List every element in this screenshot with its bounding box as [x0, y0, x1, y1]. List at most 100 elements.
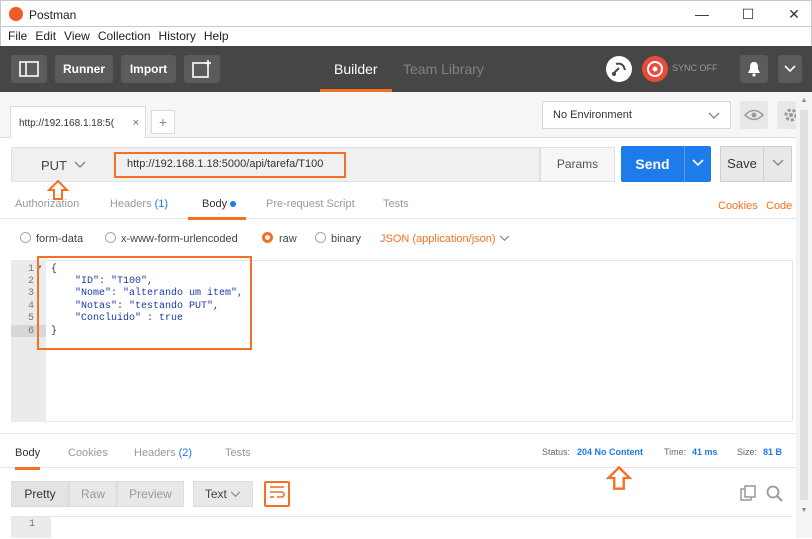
line-number: 6: [28, 326, 35, 337]
close-window-button[interactable]: ✕: [771, 1, 812, 27]
tab-builder[interactable]: Builder: [320, 46, 392, 92]
environment-select[interactable]: No Environment: [542, 101, 731, 129]
bell-icon: [748, 62, 760, 77]
new-window-button[interactable]: [184, 55, 220, 83]
menu-edit[interactable]: Edit: [31, 27, 60, 43]
menu-help[interactable]: Help: [200, 27, 233, 43]
method-select[interactable]: PUT: [41, 158, 67, 173]
response-tab-tests[interactable]: Tests: [225, 447, 251, 459]
new-tab-icon: [192, 60, 211, 78]
cookies-link[interactable]: Cookies: [718, 200, 758, 212]
chevron-down-icon: [784, 65, 796, 73]
request-tab[interactable]: http://192.168.1.18:5( ×: [10, 106, 146, 138]
menu-view[interactable]: View: [60, 27, 94, 43]
body-type-options: form-data x-www-form-urlencoded raw bina…: [0, 230, 812, 248]
tab-team-library[interactable]: Team Library: [403, 46, 484, 92]
menu-history[interactable]: History: [155, 27, 200, 43]
notifications-button[interactable]: [740, 55, 768, 83]
response-tab-cookies[interactable]: Cookies: [68, 447, 108, 459]
sync-icon[interactable]: [642, 56, 668, 82]
url-input[interactable]: http://192.168.1.18:5000/api/tarefa/T100: [114, 152, 346, 178]
content-type-value: JSON (application/json): [380, 233, 496, 245]
response-format-select[interactable]: Text: [193, 481, 253, 507]
vertical-scrollbar[interactable]: ▲ ▼: [796, 92, 812, 538]
raw-radio[interactable]: [262, 232, 273, 243]
chevron-down-icon: [692, 159, 704, 167]
tab-headers-label: Headers: [110, 198, 152, 210]
scroll-down-icon[interactable]: ▼: [796, 504, 812, 518]
line-number: 1: [28, 264, 35, 275]
response-tab-headers-label: Headers: [134, 447, 176, 459]
scroll-up-icon[interactable]: ▲: [796, 94, 812, 108]
line-number: 1: [29, 519, 36, 530]
settings-dropdown-button[interactable]: [778, 55, 802, 83]
minimize-button[interactable]: —: [679, 1, 725, 27]
send-options-button[interactable]: [684, 146, 711, 182]
view-raw-button[interactable]: Raw: [69, 481, 117, 507]
environment-value: No Environment: [553, 109, 632, 121]
menu-file[interactable]: File: [4, 27, 31, 43]
sidebar-toggle-button[interactable]: [11, 55, 47, 83]
view-preview-button[interactable]: Preview: [117, 481, 184, 507]
request-tab-label: http://192.168.1.18:5(: [19, 118, 115, 129]
response-tab-headers[interactable]: Headers (2): [134, 447, 192, 459]
interceptor-icon[interactable]: [606, 56, 632, 82]
postman-logo-icon: [9, 7, 23, 21]
response-tab-body[interactable]: Body: [15, 447, 41, 470]
code-link[interactable]: Code: [766, 200, 792, 212]
binary-radio[interactable]: [315, 232, 326, 243]
main-toolbar: Runner Import Builder Team Library SYNC …: [0, 46, 812, 92]
binary-label: binary: [331, 233, 361, 245]
import-button[interactable]: Import: [121, 55, 176, 83]
response-format-value: Text: [204, 487, 227, 501]
form-data-label: form-data: [36, 233, 84, 245]
urlencoded-radio[interactable]: [105, 232, 116, 243]
params-button[interactable]: Params: [540, 147, 615, 182]
title-bar: Postman — ☐ ✕: [0, 0, 812, 27]
chevron-down-icon: [708, 112, 720, 119]
view-pretty-button[interactable]: Pretty: [11, 481, 69, 507]
line-number: 4: [28, 301, 35, 312]
add-tab-button[interactable]: +: [151, 110, 175, 134]
scroll-thumb[interactable]: [800, 110, 808, 500]
code-annotation-box: [37, 256, 252, 350]
environment-quick-look-button[interactable]: [740, 101, 768, 129]
window-title: Postman: [29, 8, 77, 22]
response-body-content: [51, 517, 793, 539]
tab-tests[interactable]: Tests: [383, 198, 409, 210]
line-number: 5: [28, 313, 35, 324]
menu-collection[interactable]: Collection: [94, 27, 155, 43]
tab-body[interactable]: Body: [188, 198, 247, 220]
copy-icon[interactable]: [740, 485, 756, 501]
response-sections: Body Cookies Headers (2) Tests Status: 2…: [0, 433, 812, 470]
sync-status: SYNC OFF: [672, 63, 718, 73]
response-body-viewer[interactable]: 1: [11, 516, 793, 539]
headers-count-badge: (1): [154, 198, 169, 210]
wrap-lines-icon: [270, 486, 285, 498]
line-number: 3: [28, 288, 35, 299]
wrap-lines-button[interactable]: [264, 481, 290, 507]
urlencoded-label: x-www-form-urlencoded: [121, 233, 238, 245]
request-sections: Authorization Headers (1) Body Pre-reque…: [0, 193, 812, 220]
tab-authorization[interactable]: Authorization: [15, 198, 79, 210]
chevron-down-icon[interactable]: [74, 161, 86, 169]
maximize-button[interactable]: ☐: [725, 1, 771, 27]
response-toolbar: Pretty Raw Preview Text: [0, 470, 812, 516]
time-label: Time:: [664, 447, 687, 457]
status-value[interactable]: 204 No Content: [577, 447, 643, 457]
tab-body-label: Body: [202, 198, 228, 210]
chevron-down-icon: [230, 491, 241, 498]
chevron-down-icon: [772, 159, 783, 166]
tab-headers[interactable]: Headers (1): [110, 198, 168, 210]
send-button[interactable]: Send: [621, 146, 684, 182]
runner-button[interactable]: Runner: [55, 55, 113, 83]
close-tab-icon[interactable]: ×: [133, 117, 139, 129]
tab-pre-request-script[interactable]: Pre-request Script: [266, 198, 355, 210]
save-button[interactable]: Save: [720, 146, 764, 182]
chevron-down-icon: [499, 235, 509, 242]
content-type-select[interactable]: JSON (application/json): [380, 233, 510, 245]
sidebar-icon: [19, 61, 39, 77]
search-icon[interactable]: [766, 485, 783, 502]
form-data-radio[interactable]: [20, 232, 31, 243]
save-options-button[interactable]: [764, 146, 792, 182]
